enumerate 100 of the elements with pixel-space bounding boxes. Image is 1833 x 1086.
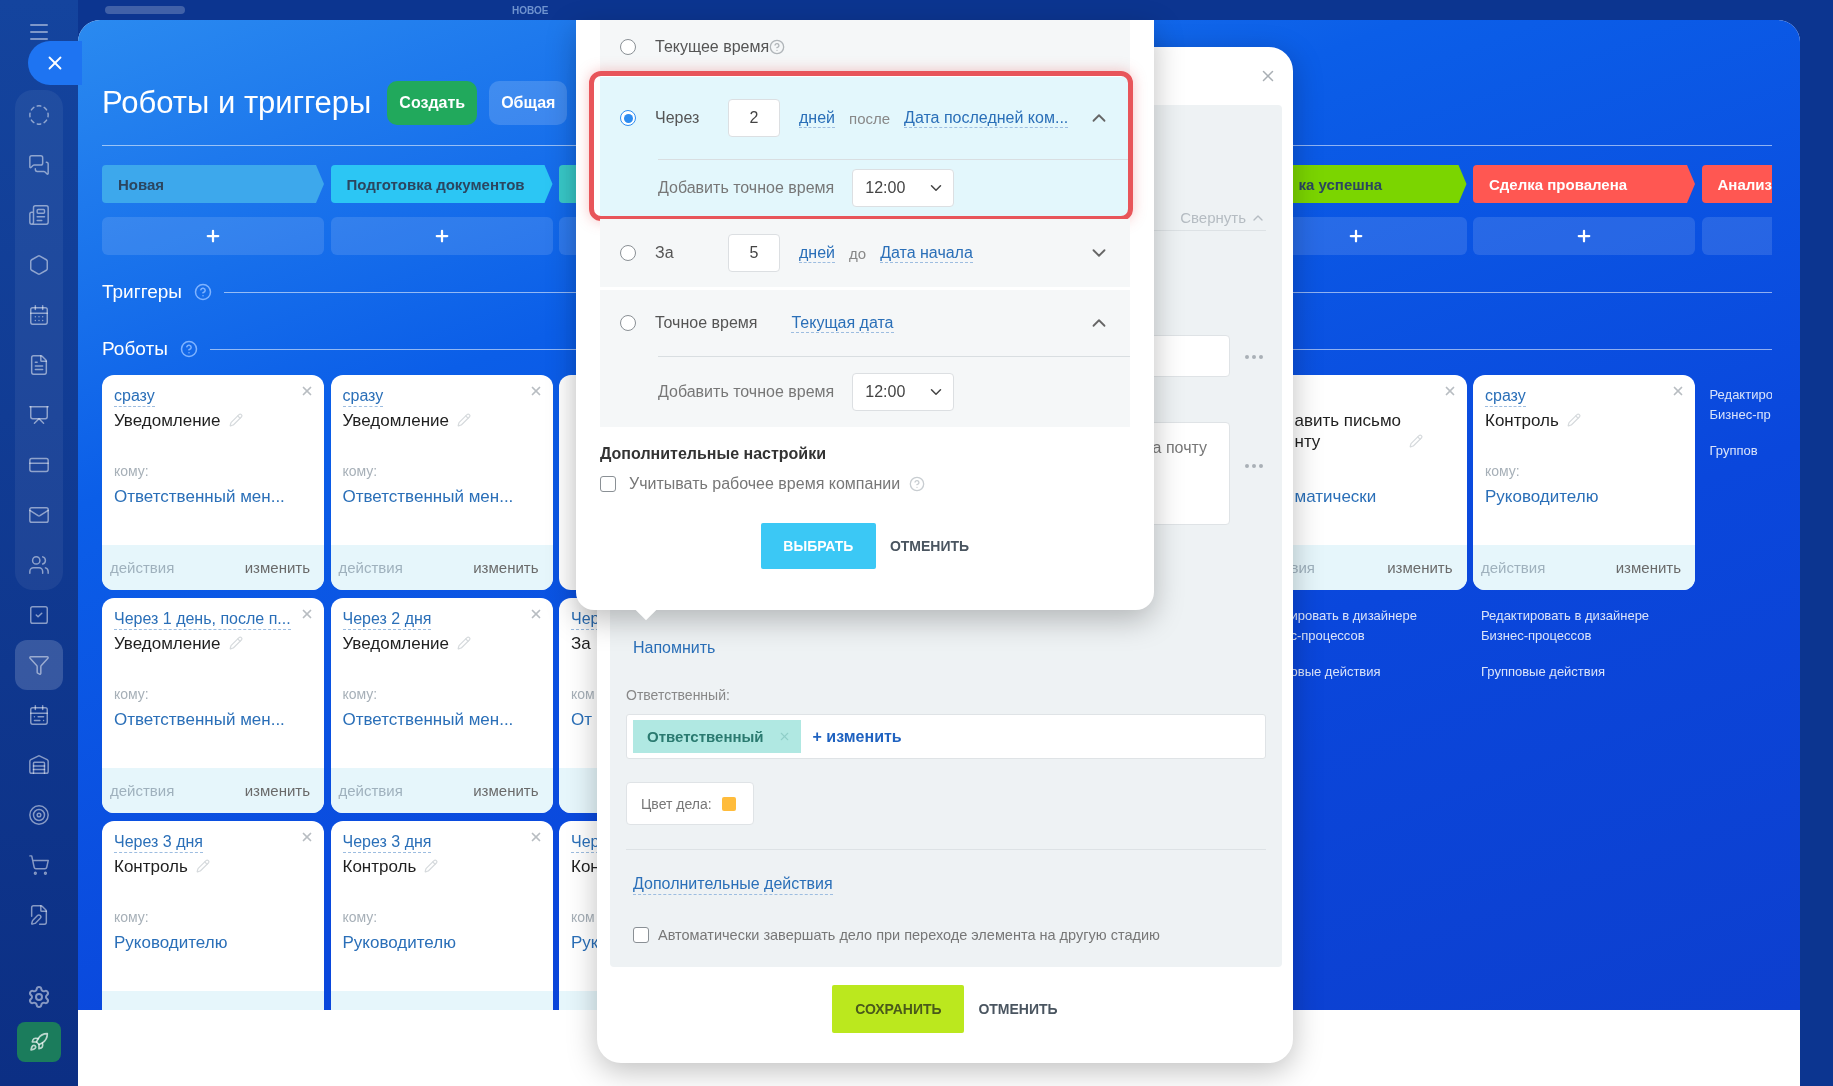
timing-link[interactable]: Через 1 день, после п... xyxy=(114,609,291,630)
checkbox-label: Учитывать рабочее время компании xyxy=(629,475,901,493)
responsible-tag[interactable]: Ответственный xyxy=(633,720,801,753)
robot-card[interactable]: Через 2 дня Уведомление кому: Ответственный мен... действия изменить xyxy=(330,598,553,813)
close-icon[interactable] xyxy=(300,607,314,621)
recipient-label: кому: xyxy=(342,463,378,479)
edit-link[interactable]: изменить xyxy=(244,559,310,576)
color-picker[interactable]: Цвет дела: xyxy=(626,782,754,825)
time-label: Добавить точное время xyxy=(658,179,835,197)
recipient-link[interactable]: Рук xyxy=(571,933,599,953)
timing-link[interactable]: Через 3 дня xyxy=(342,832,432,853)
robot-title: Контроль xyxy=(114,856,188,877)
close-icon[interactable] xyxy=(300,830,314,844)
robot-card[interactable]: сразу Уведомление кому: Ответственный мен... действия изменить xyxy=(330,375,553,590)
radio-button[interactable] xyxy=(620,110,636,126)
number-field[interactable]: 5 xyxy=(728,234,780,272)
change-link[interactable]: + изменить xyxy=(812,727,902,746)
more-actions-link[interactable]: Дополнительные действия xyxy=(633,874,833,895)
timing-link[interactable]: Через 3 дня xyxy=(114,832,203,853)
designer-link[interactable]: Групповые действия xyxy=(1481,662,1695,682)
robot-card[interactable]: сразу Контроль кому: Руководителю действия изменить xyxy=(1473,375,1695,590)
date-field-link[interactable]: Дата последней ком... xyxy=(904,108,1069,128)
time-select[interactable]: 12:00 xyxy=(852,169,955,207)
timing-link[interactable]: сразу xyxy=(114,386,155,407)
file-icon xyxy=(28,354,50,376)
unit-link[interactable]: дней xyxy=(799,108,835,128)
unit-link[interactable]: дней xyxy=(799,243,835,263)
designer-link[interactable]: Редактиро Бизнес-пр xyxy=(1709,385,1772,425)
checkbox[interactable] xyxy=(633,927,649,943)
robot-title: Уведомление xyxy=(114,633,221,654)
recipient-link[interactable]: Ответственный мен... xyxy=(114,487,285,507)
radio-button[interactable] xyxy=(620,39,636,55)
sidebar-item[interactable] xyxy=(15,640,63,690)
responsible-field[interactable]: Ответственный + изменить xyxy=(626,714,1266,759)
robot-title: Уведомление xyxy=(114,410,221,431)
recipient-link[interactable]: Ответственный мен... xyxy=(114,710,285,730)
recipient-link[interactable]: Ответственный мен... xyxy=(342,710,514,730)
recipient-link[interactable]: Руководителю xyxy=(114,933,228,953)
help-icon[interactable] xyxy=(193,283,212,301)
edit-link[interactable]: изменить xyxy=(244,782,310,799)
section-heading: Роботы xyxy=(102,338,168,360)
recipient-label: кому: xyxy=(114,686,149,702)
recipient-link[interactable]: Руководителю xyxy=(1485,487,1599,507)
designer-link[interactable]: Группов xyxy=(1709,441,1772,461)
funnel-icon xyxy=(28,654,50,676)
time-select[interactable]: 12:00 xyxy=(852,373,955,411)
robot-card[interactable]: Через 1 день, после п... Уведомление кому: Ответственный мен... действия изменить xyxy=(102,598,324,813)
radio-button[interactable] xyxy=(620,315,636,331)
date-field-link[interactable]: Текущая дата xyxy=(791,313,894,333)
cancel-button[interactable]: ОТМЕНИТЬ xyxy=(889,523,970,569)
timing-link[interactable]: сразу xyxy=(1485,386,1526,407)
circle-dashed-icon xyxy=(28,104,50,126)
radio-button[interactable] xyxy=(620,245,636,261)
stage-bar[interactable]: Сделка провалена xyxy=(1473,165,1695,203)
create-button[interactable]: Создать xyxy=(387,81,478,125)
help-icon[interactable] xyxy=(909,476,926,492)
file-pen-icon xyxy=(28,904,50,926)
close-icon[interactable] xyxy=(300,384,314,398)
edit-link[interactable]: изменить xyxy=(473,559,539,576)
header-button[interactable]: Общая xyxy=(489,81,568,125)
section-title: Дополнительные настройки xyxy=(600,445,827,463)
close-icon[interactable] xyxy=(1671,384,1685,398)
checkbox[interactable] xyxy=(600,476,616,492)
robot-card[interactable]: сразу Уведомление кому: Ответственный мен... действия изменить xyxy=(102,375,324,590)
robot-title: За xyxy=(571,633,591,654)
hexagon-icon xyxy=(28,254,50,276)
rocket-button[interactable] xyxy=(17,1022,61,1062)
save-button[interactable]: СОХРАНИТЬ xyxy=(832,985,965,1033)
edit-link[interactable]: изменить xyxy=(1615,559,1681,576)
help-icon[interactable] xyxy=(769,39,786,55)
stage-bar[interactable]: Анализ xyxy=(1701,165,1772,203)
stage-bar[interactable]: Подготовка документов xyxy=(330,165,553,203)
remind-link[interactable]: Напомнить xyxy=(633,638,716,658)
settings-icon[interactable] xyxy=(27,985,51,1009)
recipient-label: кому: xyxy=(114,463,149,479)
stage-bar[interactable]: Новая xyxy=(102,165,324,203)
close-button[interactable] xyxy=(28,41,82,85)
recipient-link[interactable]: Руководителю xyxy=(342,933,456,953)
robot-card[interactable]: Через 3 дня Контроль кому: Руководителю xyxy=(102,821,324,1010)
recipient-link[interactable]: От xyxy=(571,710,592,730)
edit-link[interactable]: изменить xyxy=(1387,559,1453,576)
date-field-link[interactable]: Дата начала xyxy=(880,243,973,263)
cancel-button[interactable]: ОТМЕНИТЬ xyxy=(978,985,1058,1033)
robot-title: Уведомление xyxy=(342,410,450,431)
section-heading: Триггеры xyxy=(102,281,182,303)
edit-link[interactable]: изменить xyxy=(473,782,539,799)
relation-label: до xyxy=(849,244,867,262)
calendar-list-icon xyxy=(28,704,50,726)
robot-title: Контроль xyxy=(1485,410,1559,431)
robot-title: Контроль xyxy=(342,856,417,877)
recipient-link[interactable]: Ответственный мен... xyxy=(342,487,514,507)
chat-icon xyxy=(28,154,50,176)
robot-card[interactable]: Через 3 дня Контроль кому: Руководителю xyxy=(330,821,553,1010)
designer-link[interactable]: Редактировать в дизайнере Бизнес-процессов xyxy=(1481,606,1695,646)
tab-handle[interactable] xyxy=(105,6,185,14)
number-field[interactable]: 2 xyxy=(728,99,780,137)
timing-link[interactable]: сразу xyxy=(342,386,384,407)
timing-link[interactable]: Через 2 дня xyxy=(342,609,432,630)
help-icon[interactable] xyxy=(179,340,198,358)
recipient-link[interactable]: матически xyxy=(1294,487,1377,507)
